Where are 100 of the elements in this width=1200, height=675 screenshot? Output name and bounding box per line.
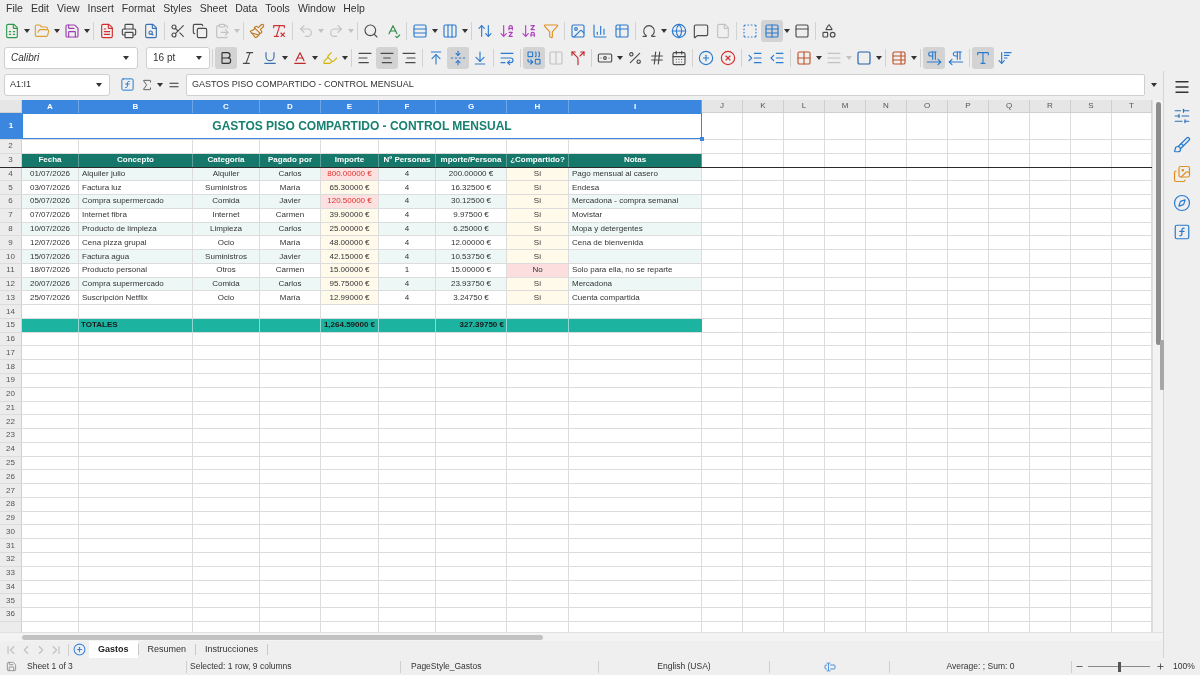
sidebar-handle[interactable] xyxy=(1160,340,1164,390)
filter-icon[interactable] xyxy=(543,22,559,39)
percent-icon[interactable] xyxy=(627,49,643,66)
text-ltr-button[interactable] xyxy=(972,46,994,69)
clipboard-icon[interactable] xyxy=(214,22,230,39)
scrollbar-track[interactable] xyxy=(1152,100,1163,632)
document-search-icon[interactable] xyxy=(143,22,159,39)
sheet-tab[interactable]: Gastos xyxy=(89,641,138,658)
caret-icon[interactable] xyxy=(196,55,202,60)
save-icon[interactable] xyxy=(64,22,80,39)
brush-icon[interactable] xyxy=(1173,136,1191,154)
menu-item[interactable]: Help xyxy=(339,0,369,17)
plus-circle-icon[interactable] xyxy=(698,49,714,66)
caret-icon[interactable] xyxy=(432,28,438,33)
column-header[interactable]: Q xyxy=(989,100,1030,113)
name-box[interactable]: A1:I1 xyxy=(4,73,110,96)
sigma-icon[interactable] xyxy=(140,77,154,92)
zoom-slider[interactable] xyxy=(1088,661,1150,672)
column-header[interactable]: C xyxy=(193,100,260,113)
menu-item[interactable]: Edit xyxy=(26,0,53,17)
caret-icon[interactable] xyxy=(617,55,623,60)
font-color-icon[interactable] xyxy=(292,49,308,66)
up-down-arrows-icon[interactable] xyxy=(477,22,493,39)
column-header[interactable]: H xyxy=(507,100,569,113)
comment-icon[interactable] xyxy=(693,22,709,39)
menu-item[interactable]: Styles xyxy=(159,0,196,17)
column-header[interactable]: D xyxy=(260,100,321,113)
column-header[interactable]: P xyxy=(948,100,989,113)
search-icon[interactable] xyxy=(363,22,379,39)
caret-icon[interactable] xyxy=(84,28,90,33)
caret-icon[interactable] xyxy=(123,55,129,60)
paintbrush-icon[interactable] xyxy=(249,22,265,39)
column-header[interactable]: F xyxy=(379,100,436,113)
column-header[interactable]: J xyxy=(702,100,743,113)
fork-arrows-icon[interactable] xyxy=(570,49,586,66)
zoom-level[interactable]: 100% xyxy=(1173,660,1195,673)
font-size-field[interactable]: 16 pt xyxy=(146,46,210,69)
sort-descending-icon[interactable] xyxy=(521,22,537,39)
caret-icon[interactable] xyxy=(911,55,917,60)
formula-field[interactable]: GASTOS PISO COMPARTIDO - CONTROL MENSUAL xyxy=(186,73,1145,96)
shapes-icon[interactable] xyxy=(821,22,837,39)
scrollbar-thumb[interactable] xyxy=(22,634,543,640)
caret-icon[interactable] xyxy=(342,55,348,60)
page-style[interactable]: PageStyle_Gastos xyxy=(411,660,482,673)
caret-icon[interactable] xyxy=(876,55,882,60)
sort-ascending-icon[interactable] xyxy=(499,22,515,39)
images-icon[interactable] xyxy=(1173,165,1191,183)
caret-icon[interactable] xyxy=(784,28,790,33)
caret-icon[interactable] xyxy=(462,28,468,33)
scrollbar-track[interactable] xyxy=(0,632,1163,641)
caret-icon[interactable] xyxy=(96,82,102,87)
selection-handle[interactable] xyxy=(700,137,704,141)
caret-icon[interactable] xyxy=(157,82,163,87)
column-header[interactable]: R xyxy=(1030,100,1071,113)
calendar-icon[interactable] xyxy=(671,49,687,66)
caret-icon[interactable] xyxy=(282,55,288,60)
menu-item[interactable]: Data xyxy=(231,0,262,17)
menu-item[interactable]: Insert xyxy=(83,0,118,17)
bar-chart-icon[interactable] xyxy=(592,22,608,39)
paragraph-ltr-button[interactable] xyxy=(923,46,945,69)
menu-item[interactable]: View xyxy=(53,0,84,17)
row-header[interactable]: 1 xyxy=(0,113,22,139)
print-icon[interactable] xyxy=(121,22,137,39)
function-icon[interactable] xyxy=(120,77,135,92)
caret-icon[interactable] xyxy=(816,55,822,60)
menu-item[interactable]: Format xyxy=(117,0,160,17)
x-circle-icon[interactable] xyxy=(720,49,736,66)
caret-icon[interactable] xyxy=(24,28,30,33)
menu-item[interactable]: Sheet xyxy=(195,0,232,17)
clear-formatting-icon[interactable] xyxy=(271,22,287,39)
dashed-square-icon[interactable] xyxy=(742,22,758,39)
column-header[interactable]: M xyxy=(825,100,866,113)
function-icon[interactable] xyxy=(1173,223,1191,241)
plus-circle-icon[interactable] xyxy=(73,643,86,656)
globe-icon[interactable] xyxy=(671,22,687,39)
omega-icon[interactable] xyxy=(641,22,657,39)
column-header[interactable]: T xyxy=(1112,100,1152,113)
bold-button[interactable] xyxy=(215,46,237,69)
sliders-icon[interactable] xyxy=(1173,107,1191,125)
text-cursor-icon[interactable] xyxy=(822,660,837,673)
align-middle-button[interactable] xyxy=(447,46,469,69)
column-header[interactable]: N xyxy=(866,100,907,113)
column-header[interactable]: G xyxy=(436,100,507,113)
menu-item[interactable]: Tools xyxy=(261,0,294,17)
language-status[interactable]: English (USA) xyxy=(657,660,711,673)
scissors-icon[interactable] xyxy=(170,22,186,39)
hash-icon[interactable] xyxy=(649,49,665,66)
column-header[interactable]: S xyxy=(1071,100,1112,113)
menu-item[interactable]: File xyxy=(2,0,27,17)
table-icon[interactable] xyxy=(614,22,630,39)
font-name-field[interactable]: Calibri xyxy=(4,46,138,69)
column-header[interactable]: B xyxy=(79,100,193,113)
column-header[interactable]: I xyxy=(569,100,702,113)
caret-icon[interactable] xyxy=(54,28,60,33)
document-icon[interactable] xyxy=(99,22,115,39)
copy-icon[interactable] xyxy=(192,22,208,39)
image-icon[interactable] xyxy=(570,22,586,39)
sheet-tab[interactable]: Instrucciones xyxy=(196,641,268,658)
column-header[interactable]: O xyxy=(907,100,948,113)
caret-icon[interactable] xyxy=(1151,82,1157,87)
